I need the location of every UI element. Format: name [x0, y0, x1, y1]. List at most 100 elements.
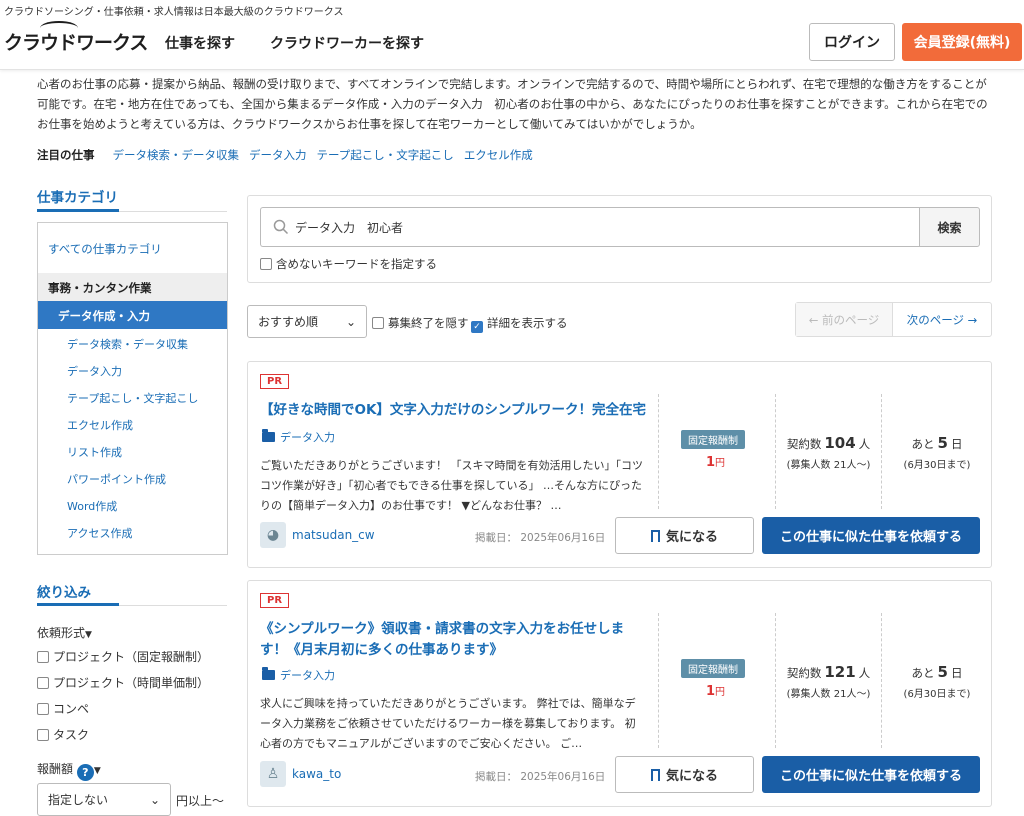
reward-select-value: 指定しない: [48, 793, 109, 807]
type-task-label: タスク: [53, 728, 90, 742]
reward-suffix: 円以上〜: [176, 794, 225, 808]
remaining-label: あと: [911, 437, 935, 451]
contracts-unit: 人: [858, 437, 871, 451]
watch-button[interactable]: 気になる: [615, 517, 754, 554]
category-sub-item[interactable]: アクセス作成: [67, 525, 132, 541]
divider: [658, 394, 659, 509]
featured-link[interactable]: データ検索・データ収集: [113, 147, 240, 163]
pr-badge: PR: [260, 374, 290, 389]
pr-badge: PR: [260, 593, 290, 608]
chevron-down-icon: ⌄: [149, 792, 160, 807]
featured-jobs: 注目の仕事 データ検索・データ収集 データ入力 テープ起こし・文字起こし エクセ…: [37, 147, 533, 163]
sort-select[interactable]: おすすめ順 ⌄: [247, 305, 367, 338]
site-logo[interactable]: クラウドワークス: [4, 28, 148, 55]
watch-button[interactable]: 気になる: [615, 756, 754, 793]
checkbox-icon: [37, 677, 49, 689]
next-page-button[interactable]: 次のページ →: [893, 303, 991, 336]
contracts-label: 契約数: [786, 666, 822, 680]
avatar: ♙: [260, 761, 286, 787]
remaining-unit: 日: [950, 666, 963, 680]
remaining-stat: あと 5 日 (6月30日まで): [882, 663, 992, 700]
category-sub-item[interactable]: テープ起こし・文字起こし: [67, 390, 198, 406]
watch-label: 気になる: [665, 769, 718, 784]
exclude-keyword-checkbox[interactable]: 含めないキーワードを指定する: [260, 256, 437, 272]
type-fixed-checkbox[interactable]: プロジェクト（固定報酬制）: [37, 648, 209, 665]
category-all-link[interactable]: すべての仕事カテゴリ: [48, 241, 162, 257]
category-active[interactable]: データ作成・入力: [38, 301, 227, 329]
recruit-count: (募集人数 21人〜): [786, 689, 871, 700]
job-title[interactable]: 【好きな時間でOK】文字入力だけのシンプルワーク！完全在宅: [260, 400, 650, 421]
posted-date: 掲載日： 2025年06月16日: [475, 771, 606, 783]
caret-down-icon[interactable]: ▼: [94, 766, 101, 776]
site-header: クラウドソーシング・仕事依頼・求人情報は日本最大級のクラウドワークス クラウドワ…: [0, 0, 1024, 70]
job-description: 求人にご興味を持っていただきありがとうございます。 弊社では、簡単なデータ入力業…: [260, 697, 636, 750]
contracts-value: 104: [824, 434, 856, 452]
show-details-label: 詳細を表示する: [487, 316, 568, 330]
category-group[interactable]: 事務・カンタン作業: [38, 273, 227, 301]
folder-icon: [262, 429, 275, 442]
job-card: PR 【好きな時間でOK】文字入力だけのシンプルワーク！完全在宅 データ入力 ご…: [247, 361, 992, 568]
intro-text: 心者のお仕事の応募・提案から納品、報酬の受け取りまで、すべてオンラインで完結しま…: [37, 77, 988, 131]
pay-type-badge: 固定報酬制: [681, 430, 745, 449]
request-type-toggle[interactable]: 依頼形式▼: [37, 624, 92, 641]
job-category-label: データ入力: [280, 669, 335, 682]
type-fixed-label: プロジェクト（固定報酬制）: [53, 650, 210, 664]
checkbox-checked-icon: ✓: [471, 321, 483, 333]
register-button[interactable]: 会員登録(無料): [902, 23, 1022, 61]
remaining-value: 5: [937, 434, 948, 452]
category-sub-item[interactable]: Word作成: [67, 498, 117, 514]
chevron-down-icon: ⌄: [345, 314, 356, 329]
search-button[interactable]: 検索: [919, 207, 980, 247]
remaining-label: あと: [911, 666, 935, 680]
nav-find-jobs[interactable]: 仕事を探す: [165, 33, 235, 53]
type-compe-checkbox[interactable]: コンペ: [37, 700, 89, 717]
recruit-count: (募集人数 21人〜): [786, 460, 871, 471]
show-details-checkbox[interactable]: ✓ 詳細を表示する: [471, 315, 568, 333]
contracts-value: 121: [824, 663, 856, 681]
contracts-stat: 契約数 104 人 (募集人数 21人〜): [776, 434, 881, 471]
category-sub-item[interactable]: データ検索・データ収集: [67, 336, 188, 352]
filter-title: 絞り込み: [37, 585, 91, 601]
request-similar-button[interactable]: この仕事に似た仕事を依頼する: [762, 756, 980, 793]
reward-select[interactable]: 指定しない ⌄: [37, 783, 171, 816]
search-input[interactable]: データ入力 初心者: [260, 207, 920, 247]
job-category[interactable]: データ入力: [262, 429, 335, 445]
client-name: kawa_to: [292, 767, 342, 781]
prev-page-button[interactable]: ← 前のページ: [796, 303, 894, 336]
hide-closed-checkbox[interactable]: 募集終了を隠す: [372, 315, 469, 331]
job-title[interactable]: 《シンプルワーク》領収書・請求書の文字入力をお任せします！《月末月初に多くの仕事…: [260, 619, 650, 661]
remaining-unit: 日: [950, 437, 963, 451]
featured-link[interactable]: テープ起こし・文字起こし: [317, 147, 454, 163]
site-tagline: クラウドソーシング・仕事依頼・求人情報は日本最大級のクラウドワークス: [4, 7, 344, 18]
category-sub-item[interactable]: エクセル作成: [67, 417, 133, 433]
divider: [658, 613, 659, 748]
job-price: 1円: [706, 454, 725, 470]
job-category-label: データ入力: [280, 431, 335, 444]
featured-link[interactable]: データ入力: [249, 147, 307, 163]
search-panel: データ入力 初心者 検索 含めないキーワードを指定する: [247, 195, 992, 283]
category-title-underline: [37, 209, 119, 212]
checkbox-icon: [37, 651, 49, 663]
client-name: matsudan_cw: [292, 528, 375, 542]
category-sub-item[interactable]: データ入力: [67, 363, 122, 379]
caret-down-icon: ▼: [85, 630, 92, 640]
remaining-stat: あと 5 日 (6月30日まで): [882, 434, 992, 471]
client-link[interactable]: ♙ kawa_to: [260, 761, 341, 787]
type-task-checkbox[interactable]: タスク: [37, 726, 89, 743]
category-sub-item[interactable]: リスト作成: [67, 444, 122, 460]
reward-filter: 報酬額 ? ▼: [37, 760, 101, 781]
login-button[interactable]: ログイン: [809, 23, 895, 61]
category-sub-item[interactable]: パワーポイント作成: [67, 471, 166, 487]
featured-link[interactable]: エクセル作成: [464, 147, 533, 163]
nav-find-workers[interactable]: クラウドワーカーを探す: [270, 33, 424, 53]
client-link[interactable]: ◕ matsudan_cw: [260, 522, 375, 548]
contracts-label: 契約数: [786, 437, 822, 451]
featured-label: 注目の仕事: [37, 148, 95, 162]
request-similar-button[interactable]: この仕事に似た仕事を依頼する: [762, 517, 980, 554]
bookmark-icon: [650, 529, 660, 546]
help-icon[interactable]: ?: [76, 764, 94, 781]
request-type-label: 依頼形式: [37, 626, 86, 640]
avatar: ◕: [260, 522, 286, 548]
job-category[interactable]: データ入力: [262, 667, 335, 683]
type-hourly-checkbox[interactable]: プロジェクト（時間単価制）: [37, 674, 209, 691]
